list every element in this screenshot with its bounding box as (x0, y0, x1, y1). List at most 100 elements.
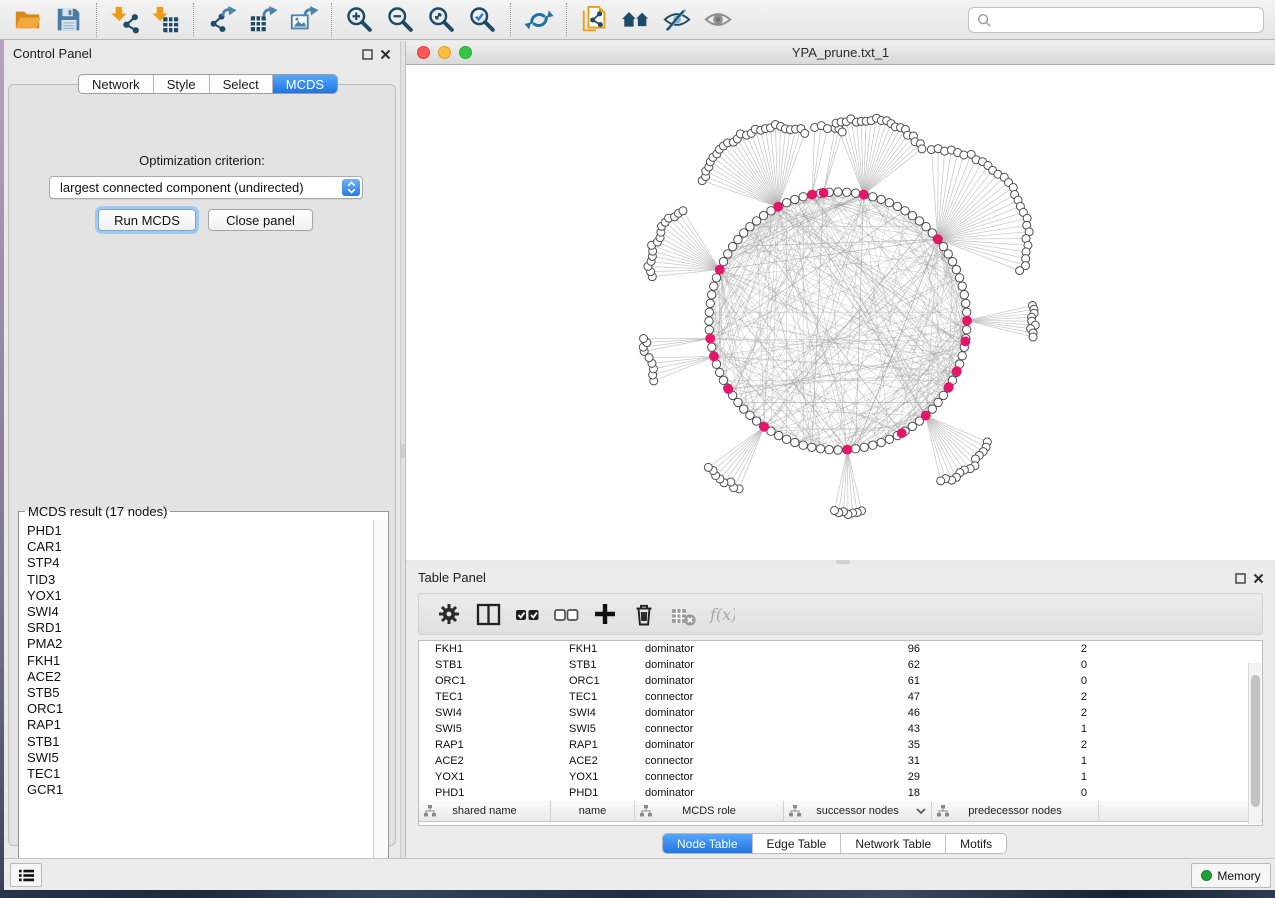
tab-network[interactable]: Network (79, 75, 154, 93)
mcds-result-item[interactable]: CAR1 (27, 539, 373, 555)
table-row[interactable]: SWI4SWI4dominator462 (419, 705, 1262, 721)
mcds-result-item[interactable]: STP4 (27, 555, 373, 571)
float-panel-icon[interactable] (360, 47, 374, 61)
mcds-result-item[interactable]: RAP1 (27, 717, 373, 733)
export-image-icon[interactable] (287, 3, 320, 36)
mcds-result-item[interactable]: SWI5 (27, 750, 373, 766)
hide-selected-icon[interactable] (660, 3, 693, 36)
tab-motifs[interactable]: Motifs (946, 834, 1006, 853)
network-window-titlebar[interactable]: YPA_prune.txt_1 (406, 41, 1275, 65)
optimization-criterion-label: Optimization criterion: (9, 153, 395, 168)
mcds-result-item[interactable]: PMA2 (27, 636, 373, 652)
import-network-icon[interactable] (108, 3, 141, 36)
delete-column-icon[interactable] (630, 600, 658, 628)
memory-button[interactable]: Memory (1191, 863, 1271, 888)
search-icon (977, 13, 992, 28)
vertical-splitter-grip[interactable] (401, 444, 405, 458)
criterion-selected-value: largest connected component (undirected) (60, 180, 304, 195)
column-header-name[interactable]: name (551, 801, 635, 821)
tab-edge-table[interactable]: Edge Table (753, 834, 842, 853)
open-session-icon[interactable] (11, 3, 44, 36)
mcds-result-item[interactable]: STB1 (27, 734, 373, 750)
network-canvas[interactable] (406, 65, 1275, 560)
mcds-result-item[interactable]: YOX1 (27, 588, 373, 604)
mcds-result-item[interactable]: FKH1 (27, 653, 373, 669)
cell-successor-nodes: 96 (784, 643, 932, 655)
desktop-wallpaper-bottom-edge (0, 890, 1275, 898)
table-row[interactable]: PHD1PHD1dominator180 (419, 785, 1262, 801)
mcds-result-item[interactable]: GCR1 (27, 782, 373, 798)
tab-node-table[interactable]: Node Table (663, 834, 753, 853)
mcds-result-item[interactable]: SWI4 (27, 604, 373, 620)
import-table-icon[interactable] (149, 3, 182, 36)
table-row[interactable]: SWI5SWI5connector431 (419, 721, 1262, 737)
cell-predecessor-nodes: 2 (932, 707, 1099, 719)
cell-successor-nodes: 31 (784, 755, 932, 767)
mcds-result-box: MCDS result (17 nodes) PHD1CAR1STP4TID3Y… (18, 504, 389, 875)
select-all-rows-icon[interactable] (513, 600, 541, 628)
table-row[interactable]: RAP1RAP1dominator352 (419, 737, 1262, 753)
close-panel-icon[interactable] (378, 47, 392, 61)
column-header-MCDS-role[interactable]: MCDS role (635, 801, 784, 821)
mcds-result-item[interactable]: SRD1 (27, 620, 373, 636)
mcds-result-title: MCDS result (17 nodes) (25, 504, 170, 519)
function-builder-icon: f(x) (708, 600, 736, 628)
table-settings-icon[interactable] (435, 600, 463, 628)
close-table-panel-icon[interactable] (1251, 571, 1265, 585)
table-row[interactable]: STB1STB1dominator620 (419, 657, 1262, 673)
add-column-icon[interactable] (591, 600, 619, 628)
tab-mcds[interactable]: MCDS (273, 75, 337, 93)
horizontal-splitter-grip[interactable] (836, 560, 850, 564)
criterion-select[interactable]: largest connected component (undirected) (49, 176, 363, 199)
window-minimize-button[interactable] (438, 46, 451, 59)
tab-select[interactable]: Select (210, 75, 273, 93)
deselect-all-rows-icon[interactable] (552, 600, 580, 628)
column-browser-icon[interactable] (474, 600, 502, 628)
search-input[interactable] (997, 13, 1255, 27)
zoom-selected-icon[interactable] (466, 3, 499, 36)
window-zoom-button[interactable] (459, 46, 472, 59)
mcds-result-item[interactable]: PHD1 (27, 523, 373, 539)
column-header-successor-nodes[interactable]: successor nodes (784, 801, 932, 821)
table-scrollbar[interactable] (1248, 663, 1261, 824)
mcds-result-item[interactable]: TEC1 (27, 766, 373, 782)
table-row[interactable]: FKH1FKH1dominator962 (419, 641, 1262, 657)
zoom-out-icon[interactable] (384, 3, 417, 36)
main-toolbar (0, 0, 1275, 40)
column-header-shared-name[interactable]: shared name (419, 801, 551, 821)
mcds-result-item[interactable]: ACE2 (27, 669, 373, 685)
network-file-icon[interactable] (578, 3, 611, 36)
zoom-in-icon[interactable] (343, 3, 376, 36)
save-session-icon[interactable] (52, 3, 85, 36)
mcds-result-item[interactable]: STB5 (27, 685, 373, 701)
export-table-icon[interactable] (246, 3, 279, 36)
cell-name: RAP1 (551, 739, 635, 751)
table-row[interactable]: TEC1TEC1connector472 (419, 689, 1262, 705)
apply-layout-icon[interactable] (522, 3, 555, 36)
mcds-result-item[interactable]: ORC1 (27, 701, 373, 717)
table-row[interactable]: ORC1ORC1dominator610 (419, 673, 1262, 689)
table-row[interactable]: ACE2ACE2connector311 (419, 753, 1262, 769)
close-panel-button[interactable]: Close panel (208, 209, 313, 231)
first-neighbors-icon[interactable] (619, 3, 652, 36)
tab-network-table[interactable]: Network Table (841, 834, 946, 853)
column-header-predecessor-nodes[interactable]: predecessor nodes (932, 801, 1099, 821)
mcds-result-scrollbar[interactable] (373, 520, 387, 873)
automation-menu-button[interactable] (10, 863, 42, 887)
toolbar-group (96, 3, 193, 37)
table-scrollbar-thumb[interactable] (1251, 675, 1260, 807)
window-close-button[interactable] (417, 46, 430, 59)
show-all-icon[interactable] (701, 3, 734, 36)
mcds-result-list[interactable]: PHD1CAR1STP4TID3YOX1SWI4SRD1PMA2FKH1ACE2… (20, 521, 373, 873)
export-network-icon[interactable] (205, 3, 238, 36)
cell-shared-name: FKH1 (419, 643, 551, 655)
zoom-fit-icon[interactable] (425, 3, 458, 36)
tab-style[interactable]: Style (154, 75, 210, 93)
float-table-panel-icon[interactable] (1233, 571, 1247, 585)
cell-shared-name: SWI5 (419, 723, 551, 735)
mcds-result-item[interactable]: TID3 (27, 572, 373, 588)
cell-shared-name: YOX1 (419, 771, 551, 783)
table-row[interactable]: YOX1YOX1connector291 (419, 769, 1262, 785)
run-mcds-button[interactable]: Run MCDS (98, 209, 196, 231)
sort-descending-icon (916, 807, 926, 815)
